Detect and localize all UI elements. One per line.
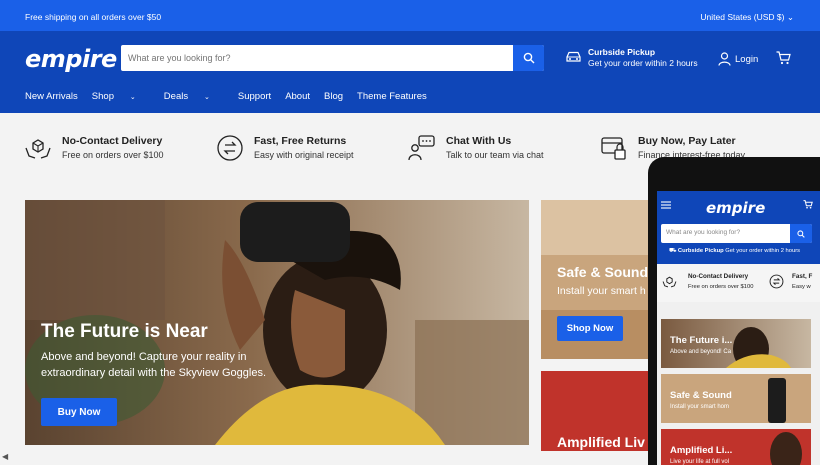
nav-shop-label: Shop [91, 91, 114, 102]
mobile-preview: empire What are you looking for? ⛟ Curbs… [648, 157, 820, 465]
search-input[interactable] [121, 45, 513, 71]
mobile-logo[interactable]: empire [706, 199, 765, 217]
mobile-pickup-title: Curbside Pickup [677, 248, 724, 254]
mobile-card-subtitle: Above and beyond! Ca [670, 349, 732, 355]
mobile-feature-subtitle: Free on orders over $100 [688, 284, 754, 290]
chevron-down-icon: ⌄ [786, 12, 794, 22]
cart-icon[interactable] [803, 200, 813, 209]
chevron-down-icon: ⌄ [127, 94, 136, 101]
shop-now-button[interactable]: Shop Now [557, 316, 623, 341]
search-button[interactable] [513, 45, 544, 71]
buy-now-button[interactable]: Buy Now [41, 398, 117, 426]
mobile-search-button[interactable] [790, 224, 812, 243]
mobile-card-title: Safe & Sound [670, 390, 732, 401]
feature-subtitle: Talk to our team via chat [446, 150, 544, 160]
site-header: empire Curbside Pickup Get your order wi… [0, 31, 820, 113]
feature-title: Buy Now, Pay Later [638, 135, 736, 147]
pickup-title: Curbside Pickup [588, 47, 656, 57]
scroll-left-icon[interactable]: ◀ [2, 452, 8, 461]
nav-deals-label: Deals [163, 91, 189, 102]
main-nav: New Arrivals Shop ⌄ Deals ⌄ Support Abou… [25, 91, 441, 102]
returns-icon [769, 274, 784, 289]
menu-icon[interactable] [661, 201, 671, 209]
announcement-bar: Free shipping on all orders over $50 Uni… [0, 0, 820, 31]
chat-icon [408, 135, 435, 161]
nav-support[interactable]: Support [238, 91, 271, 102]
mobile-card-safe-sound[interactable]: Safe & Sound Install your smart hom [661, 374, 811, 423]
pickup-subtitle: Get your order within 2 hours [588, 58, 698, 68]
feature-title: Chat With Us [446, 135, 512, 147]
mobile-feature-strip: No-Contact Delivery Free on orders over … [657, 264, 820, 302]
mobile-feature-title: No-Contact Delivery [688, 273, 749, 280]
car-icon: ⛟ [669, 248, 677, 254]
nav-theme-features[interactable]: Theme Features [357, 91, 427, 102]
feature-title: No-Contact Delivery [62, 135, 163, 147]
promo-title: Amplified Liv [557, 434, 645, 450]
search-bar [121, 45, 544, 71]
nav-shop[interactable]: Shop ⌄ [92, 91, 150, 102]
mobile-card-future[interactable]: The Future i... Above and beyond! Ca [661, 319, 811, 368]
locale-label: United States (USD $) [700, 12, 785, 22]
nav-about[interactable]: About [285, 91, 310, 102]
mobile-pickup[interactable]: ⛟ Curbside Pickup Get your order within … [669, 248, 800, 255]
cart-button[interactable] [776, 51, 791, 70]
car-icon [566, 51, 581, 62]
mobile-search-input[interactable]: What are you looking for? [666, 229, 740, 236]
promo-subtitle: Install your smart h [557, 285, 646, 297]
mobile-card-subtitle: Live your life at full vol [670, 459, 730, 465]
hero-subtitle: Above and beyond! Capture your reality i… [41, 351, 266, 379]
finance-icon [601, 137, 626, 160]
mobile-header: empire What are you looking for? ⛟ Curbs… [657, 191, 820, 264]
nav-new-arrivals[interactable]: New Arrivals [25, 91, 78, 102]
feature-subtitle: Easy with original receipt [254, 150, 354, 160]
promo-title: Safe & Sound [557, 264, 649, 280]
mobile-card-amplified[interactable]: Amplified Li... Live your life at full v… [661, 429, 811, 465]
mobile-feature-subtitle: Easy w [792, 284, 811, 290]
search-icon [797, 229, 805, 238]
mobile-pickup-subtitle: Get your order within 2 hours [725, 248, 801, 254]
nav-deals[interactable]: Deals ⌄ [164, 91, 224, 102]
locale-selector[interactable]: United States (USD $) ⌄ [700, 12, 794, 23]
login-link[interactable]: Login [718, 52, 758, 66]
feature-subtitle: Free on orders over $100 [62, 150, 164, 160]
mobile-card-title: Amplified Li... [670, 445, 733, 456]
cart-icon [776, 51, 791, 65]
mobile-screen: empire What are you looking for? ⛟ Curbs… [657, 191, 820, 465]
shipping-message: Free shipping on all orders over $50 [25, 12, 162, 22]
site-logo[interactable]: empire [25, 45, 117, 73]
user-icon [718, 52, 731, 66]
mobile-card-title: The Future i... [670, 335, 733, 346]
mobile-search-bar[interactable]: What are you looking for? [661, 224, 812, 243]
mobile-card-subtitle: Install your smart hom [670, 404, 730, 410]
feature-title: Fast, Free Returns [254, 135, 347, 147]
search-icon [523, 52, 534, 64]
box-hands-icon [25, 139, 51, 159]
returns-icon [217, 135, 243, 161]
hero-banner[interactable]: The Future is Near Above and beyond! Cap… [25, 200, 529, 445]
hero-title: The Future is Near [41, 321, 208, 342]
chevron-down-icon: ⌄ [202, 94, 210, 101]
login-label: Login [735, 53, 759, 65]
mobile-feature-title: Fast, F [792, 273, 813, 280]
box-hands-icon [662, 276, 677, 288]
nav-blog[interactable]: Blog [324, 91, 343, 102]
